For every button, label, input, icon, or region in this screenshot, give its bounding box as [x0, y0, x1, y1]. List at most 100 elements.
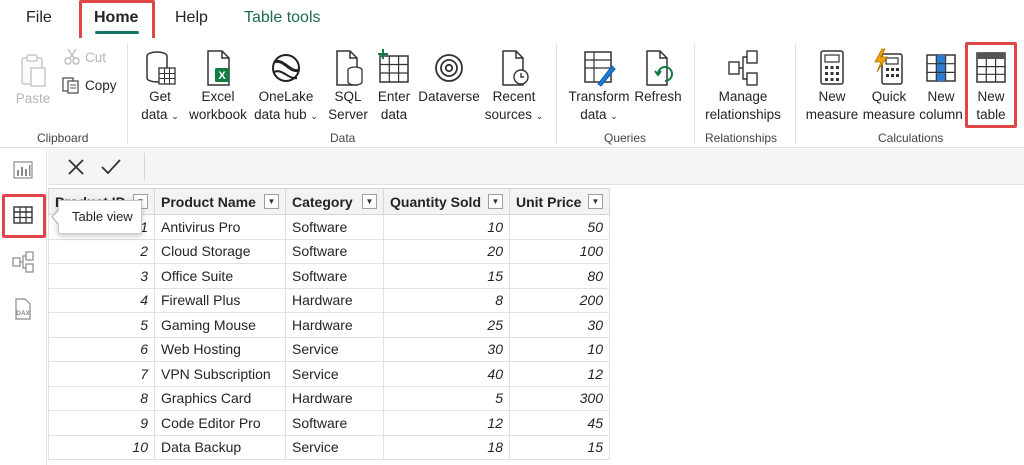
table-cell[interactable]: 80: [509, 263, 610, 289]
chevron-down-icon[interactable]: ▼: [588, 194, 603, 209]
table-cell[interactable]: 5: [383, 385, 510, 411]
report-view-icon[interactable]: [11, 158, 35, 182]
column-header-unit-price[interactable]: Unit Price ▼: [509, 188, 610, 215]
table-cell[interactable]: Data Backup: [154, 434, 286, 460]
paste-button[interactable]: Paste: [12, 50, 54, 108]
table-cell[interactable]: 5: [48, 312, 155, 338]
excel-workbook-label-1: Excel: [201, 89, 235, 104]
chevron-down-icon: ⌄: [171, 111, 179, 121]
get-data-button[interactable]: Get data ⌄: [134, 48, 186, 125]
dax-query-view-icon[interactable]: DAX: [11, 297, 35, 321]
table-cell[interactable]: 12: [383, 410, 510, 436]
new-table-icon: [976, 52, 1006, 83]
table-cell[interactable]: Hardware: [285, 385, 384, 411]
table-cell[interactable]: Software: [285, 238, 384, 264]
table-cell[interactable]: 8: [48, 385, 155, 411]
table-cell[interactable]: 100: [509, 238, 610, 264]
table-cell[interactable]: 6: [48, 336, 155, 362]
quick-measure-icon: [874, 48, 903, 85]
quick-measure-button[interactable]: Quick measure: [862, 48, 916, 124]
column-header-product-name[interactable]: Product Name ▼: [154, 188, 286, 215]
table-cell[interactable]: 8: [383, 287, 510, 313]
table-cell[interactable]: Service: [285, 434, 384, 460]
table-cell[interactable]: 7: [48, 361, 155, 387]
recent-sources-label-1: Recent: [492, 89, 536, 104]
table-cell[interactable]: Web Hosting: [154, 336, 286, 362]
table-cell[interactable]: Firewall Plus: [154, 287, 286, 313]
table-cell[interactable]: 30: [509, 312, 610, 338]
table-cell[interactable]: 30: [383, 336, 510, 362]
onelake-data-hub-button[interactable]: OneLake data hub ⌄: [251, 48, 321, 125]
group-separator: [127, 44, 128, 144]
queries-group-label: Queries: [604, 131, 647, 145]
active-tab-indicator: [95, 31, 139, 34]
table-cell[interactable]: 10: [509, 336, 610, 362]
cut-button[interactable]: Cut: [63, 48, 106, 66]
table-cell[interactable]: Hardware: [285, 312, 384, 338]
table-cell[interactable]: Cloud Storage: [154, 238, 286, 264]
new-table-label-2: table: [976, 107, 1006, 122]
table-cell[interactable]: 200: [509, 287, 610, 313]
table-cell[interactable]: 3: [48, 263, 155, 289]
table-cell[interactable]: Graphics Card: [154, 385, 286, 411]
table-cell[interactable]: Service: [285, 361, 384, 387]
table-cell[interactable]: Software: [285, 263, 384, 289]
tab-home[interactable]: Home: [94, 9, 138, 27]
table-view-icon[interactable]: [11, 203, 35, 227]
table-cell[interactable]: 20: [383, 238, 510, 264]
new-table-button[interactable]: New table: [970, 48, 1012, 124]
sql-server-button[interactable]: SQL Server: [326, 48, 370, 124]
table-cell[interactable]: Antivirus Pro: [154, 214, 286, 240]
table-cell[interactable]: Software: [285, 214, 384, 240]
excel-workbook-label-2: workbook: [189, 107, 247, 122]
table-cell[interactable]: Software: [285, 410, 384, 436]
table-cell[interactable]: 50: [509, 214, 610, 240]
tab-file[interactable]: File: [26, 9, 52, 27]
new-column-label-1: New: [927, 89, 955, 104]
table-cell[interactable]: Gaming Mouse: [154, 312, 286, 338]
table-cell[interactable]: 10: [48, 434, 155, 460]
table-cell[interactable]: VPN Subscription: [154, 361, 286, 387]
chevron-down-icon[interactable]: ▼: [264, 194, 279, 209]
manage-relationships-button[interactable]: Manage relationships: [700, 48, 786, 124]
transform-data-icon: [584, 51, 616, 87]
refresh-button[interactable]: Refresh: [633, 48, 683, 106]
excel-workbook-button[interactable]: X Excel workbook: [186, 48, 250, 124]
table-cell[interactable]: Office Suite: [154, 263, 286, 289]
refresh-label: Refresh: [634, 89, 682, 104]
table-cell[interactable]: 12: [509, 361, 610, 387]
table-cell[interactable]: 18: [383, 434, 510, 460]
column-header-category[interactable]: Category ▼: [285, 188, 384, 215]
table-cell[interactable]: 15: [383, 263, 510, 289]
chevron-down-icon[interactable]: ▼: [488, 194, 503, 209]
tab-help[interactable]: Help: [175, 9, 208, 27]
transform-data-button[interactable]: Transform data ⌄: [565, 48, 633, 125]
tab-table-tools[interactable]: Table tools: [244, 9, 321, 27]
table-cell[interactable]: 45: [509, 410, 610, 436]
cancel-x-icon[interactable]: [66, 157, 86, 177]
table-cell[interactable]: 300: [509, 385, 610, 411]
commit-checkmark-icon[interactable]: [100, 157, 122, 177]
chevron-down-icon[interactable]: ▼: [362, 194, 377, 209]
table-cell[interactable]: Code Editor Pro: [154, 410, 286, 436]
recent-sources-button[interactable]: Recent sources ⌄: [483, 48, 545, 125]
table-cell[interactable]: 15: [509, 434, 610, 460]
table-cell[interactable]: 10: [383, 214, 510, 240]
model-view-icon[interactable]: [11, 250, 35, 274]
copy-button[interactable]: Copy: [61, 75, 117, 95]
table-cell[interactable]: Service: [285, 336, 384, 362]
table-cell[interactable]: 40: [383, 361, 510, 387]
new-column-button[interactable]: New column: [916, 48, 966, 124]
excel-file-icon: X: [207, 50, 230, 86]
table-cell[interactable]: Hardware: [285, 287, 384, 313]
table-cell[interactable]: 4: [48, 287, 155, 313]
table-cell[interactable]: 9: [48, 410, 155, 436]
column-header-quantity-sold[interactable]: Quantity Sold ▼: [383, 188, 510, 215]
table-row: 3 Office Suite Software 15 80: [48, 263, 610, 289]
dataverse-button[interactable]: Dataverse: [416, 48, 482, 106]
table-cell[interactable]: 2: [48, 238, 155, 264]
new-measure-button[interactable]: New measure: [802, 48, 862, 124]
enter-data-button[interactable]: Enter data: [373, 48, 415, 124]
column-header-label: Unit Price: [516, 193, 582, 210]
table-cell[interactable]: 25: [383, 312, 510, 338]
